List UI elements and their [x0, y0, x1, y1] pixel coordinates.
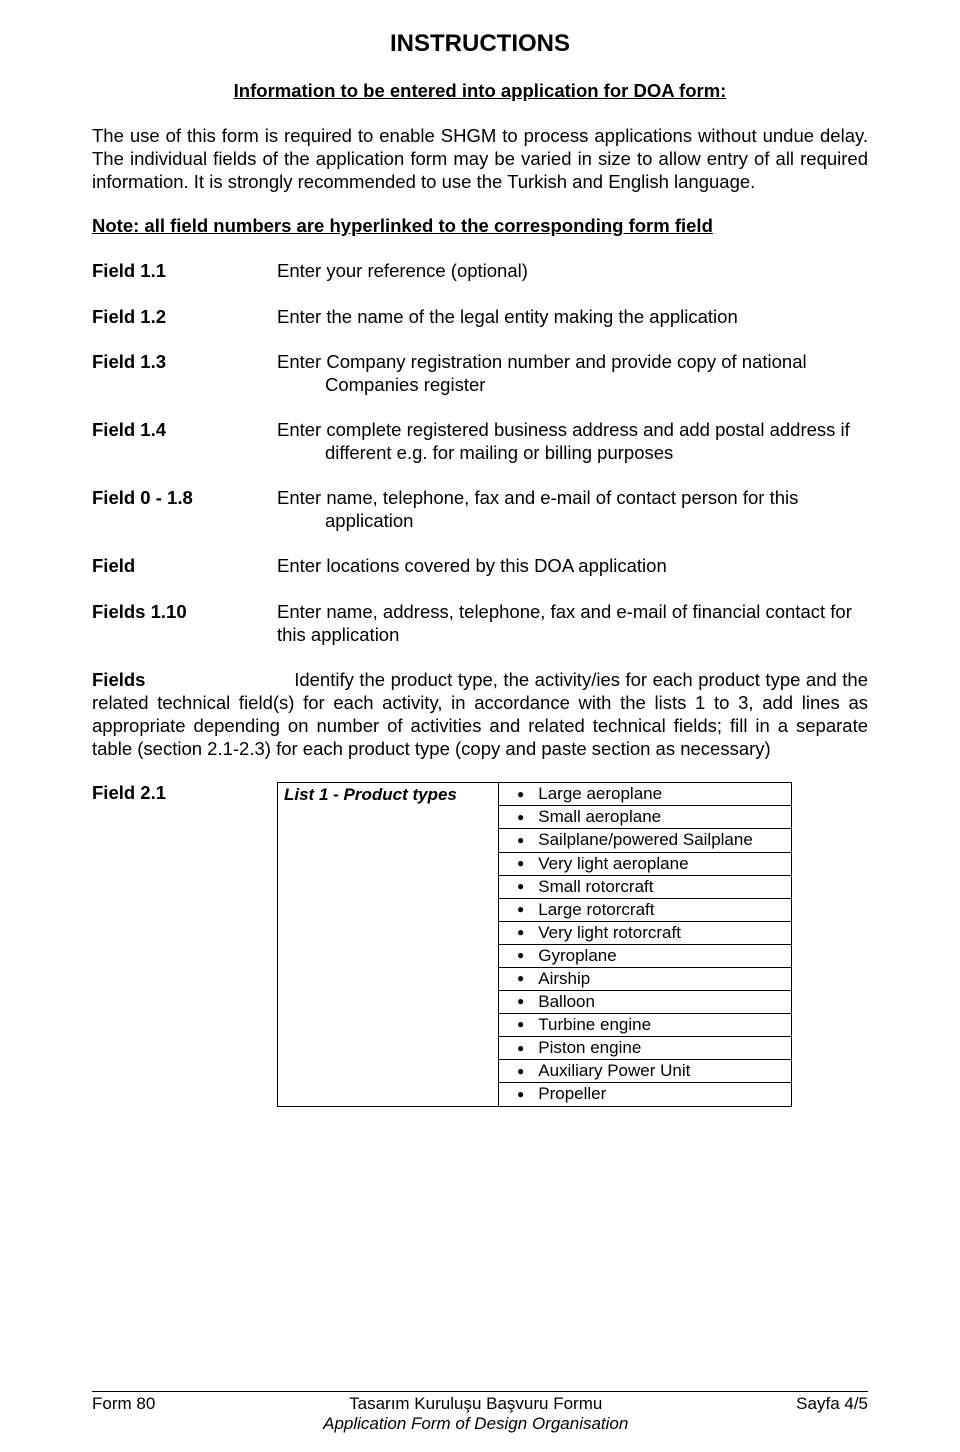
field-label[interactable]: Field 1.3 — [92, 350, 277, 373]
field-desc-line1: Enter name, telephone, fax and e-mail of… — [277, 487, 798, 508]
field-label[interactable]: Field 1.2 — [92, 305, 277, 328]
fields-block-label[interactable]: Fields — [92, 669, 145, 690]
field-label[interactable]: Field — [92, 554, 277, 577]
field-description: Enter complete registered business addre… — [277, 418, 868, 464]
field-label[interactable]: Field 1.4 — [92, 418, 277, 441]
field-row: Field 1.4 Enter complete registered busi… — [92, 418, 868, 464]
list-item: ● Large rotorcraft — [499, 899, 791, 922]
field-row: Field 1.3 Enter Company registration num… — [92, 350, 868, 396]
item-text: Large rotorcraft — [538, 899, 654, 921]
field-desc-line2: application — [277, 509, 868, 532]
page-title: INSTRUCTIONS — [92, 30, 868, 58]
field-label[interactable]: Field 0 - 1.8 — [92, 486, 277, 509]
field-label[interactable]: Field 1.1 — [92, 259, 277, 282]
list-item: ● Sailplane/powered Sailplane — [499, 829, 791, 852]
field-row: Field 1.2 Enter the name of the legal en… — [92, 305, 868, 328]
item-text: Small rotorcraft — [538, 876, 653, 898]
table-items-cell: ● Large aeroplane ● Small aeroplane ● Sailp… — [499, 783, 792, 1106]
field-description: Enter Company registration number and pr… — [277, 350, 868, 396]
bullet-icon: ● — [509, 1064, 524, 1080]
footer-right: Sayfa 4/5 — [796, 1394, 868, 1414]
bullet-icon: ● — [509, 1041, 524, 1057]
list-item: ● Propeller — [499, 1083, 791, 1105]
footer-center: Tasarım Kuruluşu Başvuru Formu Applicati… — [155, 1394, 796, 1434]
fields-block-text: Identify the product type, the activity/… — [92, 669, 868, 759]
fields-block: Fields Identify the product type, the ac… — [92, 668, 868, 761]
list-item: ● Very light rotorcraft — [499, 922, 791, 945]
list-item: ● Airship — [499, 968, 791, 991]
page-subtitle: Information to be entered into applicati… — [92, 80, 868, 102]
field-description: Enter name, telephone, fax and e-mail of… — [277, 486, 868, 532]
list-item: ● Very light aeroplane — [499, 853, 791, 876]
product-types-section: Field 2.1 List 1 - Product types ● Large … — [92, 782, 868, 1106]
bullet-icon: ● — [509, 948, 524, 964]
footer-left: Form 80 — [92, 1394, 155, 1414]
bullet-icon: ● — [509, 1087, 524, 1103]
bullet-icon: ● — [509, 856, 524, 872]
field-desc-line1: Enter Company registration number and pr… — [277, 351, 807, 372]
field-row: Field 1.1 Enter your reference (optional… — [92, 259, 868, 282]
list-item: ● Small rotorcraft — [499, 876, 791, 899]
field-desc-line2: Companies register — [277, 373, 868, 396]
bullet-icon: ● — [509, 787, 524, 803]
list-item: ● Balloon — [499, 991, 791, 1014]
field-description: Enter locations covered by this DOA appl… — [277, 554, 868, 577]
field-row: Fields 1.10 Enter name, address, telepho… — [92, 600, 868, 646]
bullet-icon: ● — [509, 1017, 524, 1033]
item-text: Balloon — [538, 991, 595, 1013]
item-text: Sailplane/powered Sailplane — [538, 829, 753, 851]
intro-paragraph: The use of this form is required to enab… — [92, 124, 868, 193]
item-text: Large aeroplane — [538, 783, 662, 805]
bullet-icon: ● — [509, 971, 524, 987]
footer-divider — [92, 1391, 868, 1392]
item-text: Piston engine — [538, 1037, 641, 1059]
bullet-icon: ● — [509, 902, 524, 918]
item-text: Propeller — [538, 1083, 606, 1105]
bullet-icon: ● — [509, 879, 524, 895]
field-description: Enter your reference (optional) — [277, 259, 868, 282]
field-desc-line1: Enter complete registered business addre… — [277, 419, 850, 440]
table-header: List 1 - Product types — [278, 783, 499, 1106]
list-item: ● Turbine engine — [499, 1014, 791, 1037]
bullet-icon: ● — [509, 994, 524, 1010]
item-text: Turbine engine — [538, 1014, 651, 1036]
hyperlink-note: Note: all field numbers are hyperlinked … — [92, 215, 868, 237]
bullet-icon: ● — [509, 833, 524, 849]
product-types-table: List 1 - Product types ● Large aeroplane … — [277, 782, 792, 1106]
item-text: Auxiliary Power Unit — [538, 1060, 690, 1082]
list-item: ● Small aeroplane — [499, 806, 791, 829]
footer-center-line2: Application Form of Design Organisation — [323, 1414, 628, 1433]
field-description: Enter name, address, telephone, fax and … — [277, 600, 868, 646]
table-field-label[interactable]: Field 2.1 — [92, 782, 277, 1106]
bullet-icon: ● — [509, 810, 524, 826]
field-desc-line2: different e.g. for mailing or billing pu… — [277, 441, 868, 464]
field-row: Field Enter locations covered by this DO… — [92, 554, 868, 577]
field-row: Field 0 - 1.8 Enter name, telephone, fax… — [92, 486, 868, 532]
page-footer: Form 80 Tasarım Kuruluşu Başvuru Formu A… — [92, 1391, 868, 1434]
list-item: ● Gyroplane — [499, 945, 791, 968]
field-label[interactable]: Fields 1.10 — [92, 600, 277, 623]
item-text: Airship — [538, 968, 590, 990]
list-item: ● Auxiliary Power Unit — [499, 1060, 791, 1083]
item-text: Very light rotorcraft — [538, 922, 681, 944]
item-text: Very light aeroplane — [538, 853, 688, 875]
footer-center-line1: Tasarım Kuruluşu Başvuru Formu — [349, 1394, 602, 1413]
item-text: Gyroplane — [538, 945, 616, 967]
item-text: Small aeroplane — [538, 806, 661, 828]
field-description: Enter the name of the legal entity makin… — [277, 305, 868, 328]
list-item: ● Large aeroplane — [499, 783, 791, 806]
bullet-icon: ● — [509, 925, 524, 941]
list-item: ● Piston engine — [499, 1037, 791, 1060]
